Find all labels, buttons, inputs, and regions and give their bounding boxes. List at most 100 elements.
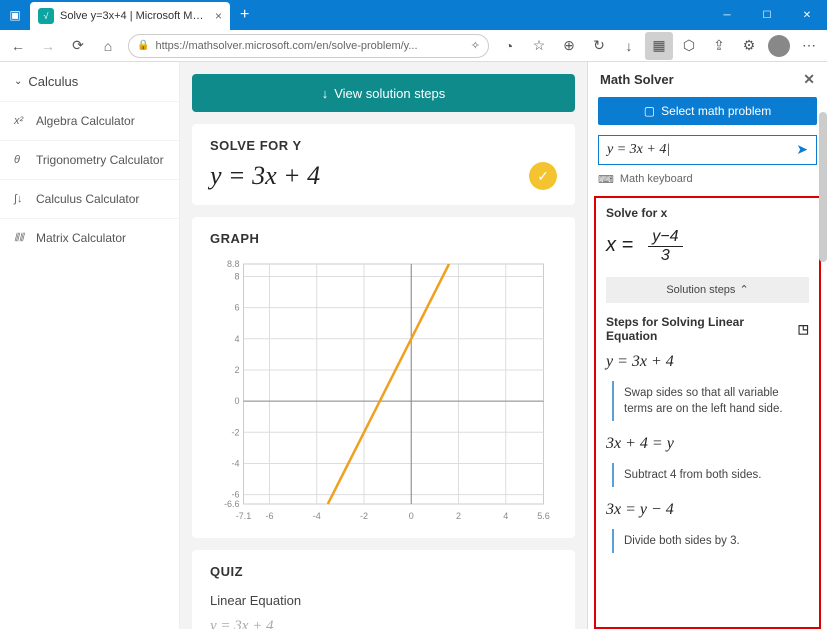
solve-for-label: Solve for x (606, 206, 809, 220)
maximize-button[interactable]: ☐ (747, 0, 787, 30)
algebra-icon: x² (14, 115, 28, 127)
svg-text:-6.6: -6.6 (224, 499, 240, 509)
forward-button[interactable]: → (34, 32, 62, 60)
tab-favicon: √ (38, 8, 54, 24)
tracking-button[interactable]: ◔ (495, 32, 523, 60)
sidebar-item-label: Calculus Calculator (36, 192, 139, 206)
svg-text:-2: -2 (231, 427, 239, 437)
more-button[interactable]: ⋯ (795, 32, 823, 60)
solve-title: SOLVE FOR Y (210, 138, 557, 153)
collections-button[interactable]: ⊕ (555, 32, 583, 60)
solution-steps-label: Solution steps (666, 284, 735, 296)
url-text: https://mathsolver.microsoft.com/en/solv… (155, 40, 470, 52)
svg-text:-4: -4 (231, 458, 239, 468)
sidebar: ⌄ Calculus x² Algebra Calculator θ Trigo… (0, 62, 180, 629)
minimize-button[interactable]: ─ (707, 0, 747, 30)
sidebar-heading[interactable]: ⌄ Calculus (0, 62, 179, 101)
fraction-numerator: y−4 (648, 228, 682, 247)
svg-text:4: 4 (503, 511, 508, 521)
panel-close-icon[interactable]: ✕ (803, 71, 815, 88)
math-keyboard-button[interactable]: ⌨ Math keyboard (598, 173, 817, 186)
svg-text:8: 8 (234, 271, 239, 281)
svg-text:0: 0 (234, 396, 239, 406)
new-tab-button[interactable]: + (230, 6, 259, 24)
step-text: Subtract 4 from both sides. (612, 463, 809, 487)
sidebar-item-calculus[interactable]: ∫↓ Calculus Calculator (0, 179, 179, 218)
step-equation: 3x = y − 4 (606, 501, 809, 519)
graph-plot[interactable]: -6-4-2024-7.15.6-6-4-2024688.8-6.6 (210, 254, 557, 524)
solve-result: x = y−4 3 (606, 228, 809, 265)
keyboard-label: Math keyboard (620, 173, 693, 185)
back-button[interactable]: ← (4, 32, 32, 60)
app-icon: ▣ (0, 0, 30, 30)
view-solution-steps-button[interactable]: ↓ View solution steps (192, 74, 575, 112)
math-input[interactable]: y = 3x + 4| ➤ (598, 135, 817, 165)
svg-text:2: 2 (234, 365, 239, 375)
svg-text:-2: -2 (360, 511, 368, 521)
svg-text:6: 6 (234, 303, 239, 313)
sidebar-item-algebra[interactable]: x² Algebra Calculator (0, 101, 179, 140)
main-equation: y = 3x + 4 (210, 161, 320, 191)
down-arrow-icon: ↓ (322, 86, 329, 101)
calculus-icon: ∫↓ (14, 193, 28, 205)
window-titlebar: ▣ √ Solve y=3x+4 | Microsoft Math S × + … (0, 0, 827, 30)
math-solver-toolbar-button[interactable]: ▦ (645, 32, 673, 60)
keyboard-icon: ⌨ (598, 173, 614, 186)
sidebar-heading-label: Calculus (28, 74, 78, 89)
performance-button[interactable]: ⚙ (735, 32, 763, 60)
step-equation: y = 3x + 4 (606, 353, 809, 371)
popout-icon[interactable]: ◳ (798, 322, 809, 336)
profile-button[interactable] (765, 32, 793, 60)
chevron-down-icon: ⌄ (14, 76, 22, 87)
solution-steps-toggle[interactable]: Solution steps ⌃ (606, 277, 809, 303)
solve-card: SOLVE FOR Y y = 3x + 4 ✓ (192, 124, 575, 205)
send-icon[interactable]: ➤ (796, 141, 808, 158)
scrollbar[interactable] (819, 112, 827, 262)
svg-text:-4: -4 (313, 511, 321, 521)
select-label: Select math problem (661, 104, 771, 118)
home-button[interactable]: ⌂ (94, 32, 122, 60)
graph-card: GRAPH -6-4-2024-7.15.6-6-4-2024688.8-6.6 (192, 217, 575, 538)
refresh-button[interactable]: ⟳ (64, 32, 92, 60)
close-window-button[interactable]: ✕ (787, 0, 827, 30)
svg-text:-6: -6 (265, 511, 273, 521)
quiz-equation: y = 3x + 4 (210, 618, 557, 629)
reader-icon[interactable]: ✧ (471, 39, 480, 52)
select-math-problem-button[interactable]: ▢ Select math problem (598, 97, 817, 125)
steps-header: Steps for Solving Linear Equation (606, 315, 798, 343)
extensions-button[interactable]: ⬡ (675, 32, 703, 60)
math-solver-panel: Math Solver ✕ ▢ Select math problem y = … (587, 62, 827, 629)
chevron-up-icon: ⌃ (739, 283, 748, 296)
svg-text:0: 0 (409, 511, 414, 521)
math-input-value: y = 3x + 4| (607, 142, 796, 158)
sidebar-item-label: Matrix Calculator (36, 231, 126, 245)
favorites-button[interactable]: ☆ (525, 32, 553, 60)
browser-toolbar: ← → ⟳ ⌂ 🔒 https://mathsolver.microsoft.c… (0, 30, 827, 62)
main-content: ↓ View solution steps SOLVE FOR Y y = 3x… (180, 62, 587, 629)
tab-title: Solve y=3x+4 | Microsoft Math S (60, 10, 209, 22)
step-equation: 3x + 4 = y (606, 435, 809, 453)
history-button[interactable]: ↻ (585, 32, 613, 60)
address-bar[interactable]: 🔒 https://mathsolver.microsoft.com/en/so… (128, 34, 489, 58)
share-button[interactable]: ⇪ (705, 32, 733, 60)
result-lhs: x = (606, 234, 633, 256)
svg-text:5.6: 5.6 (537, 511, 550, 521)
downloads-button[interactable]: ↓ (615, 32, 643, 60)
panel-title: Math Solver (600, 72, 674, 87)
svg-text:8.8: 8.8 (227, 259, 240, 269)
avatar (768, 35, 790, 57)
tab-close-icon[interactable]: × (215, 9, 222, 23)
sidebar-item-label: Trigonometry Calculator (36, 153, 164, 167)
sidebar-item-matrix[interactable]: ⦀⦀ Matrix Calculator (0, 218, 179, 257)
result-fraction: y−4 3 (648, 228, 682, 265)
quiz-card: QUIZ Linear Equation y = 3x + 4 (192, 550, 575, 629)
lock-icon: 🔒 (137, 40, 149, 51)
step-text: Divide both sides by 3. (612, 529, 809, 553)
sidebar-item-trigonometry[interactable]: θ Trigonometry Calculator (0, 140, 179, 179)
browser-tab[interactable]: √ Solve y=3x+4 | Microsoft Math S × (30, 2, 230, 30)
quiz-subtitle: Linear Equation (210, 587, 557, 618)
matrix-icon: ⦀⦀ (14, 232, 28, 245)
svg-text:-7.1: -7.1 (236, 511, 252, 521)
quiz-title: QUIZ (210, 564, 557, 579)
graph-title: GRAPH (210, 231, 557, 246)
